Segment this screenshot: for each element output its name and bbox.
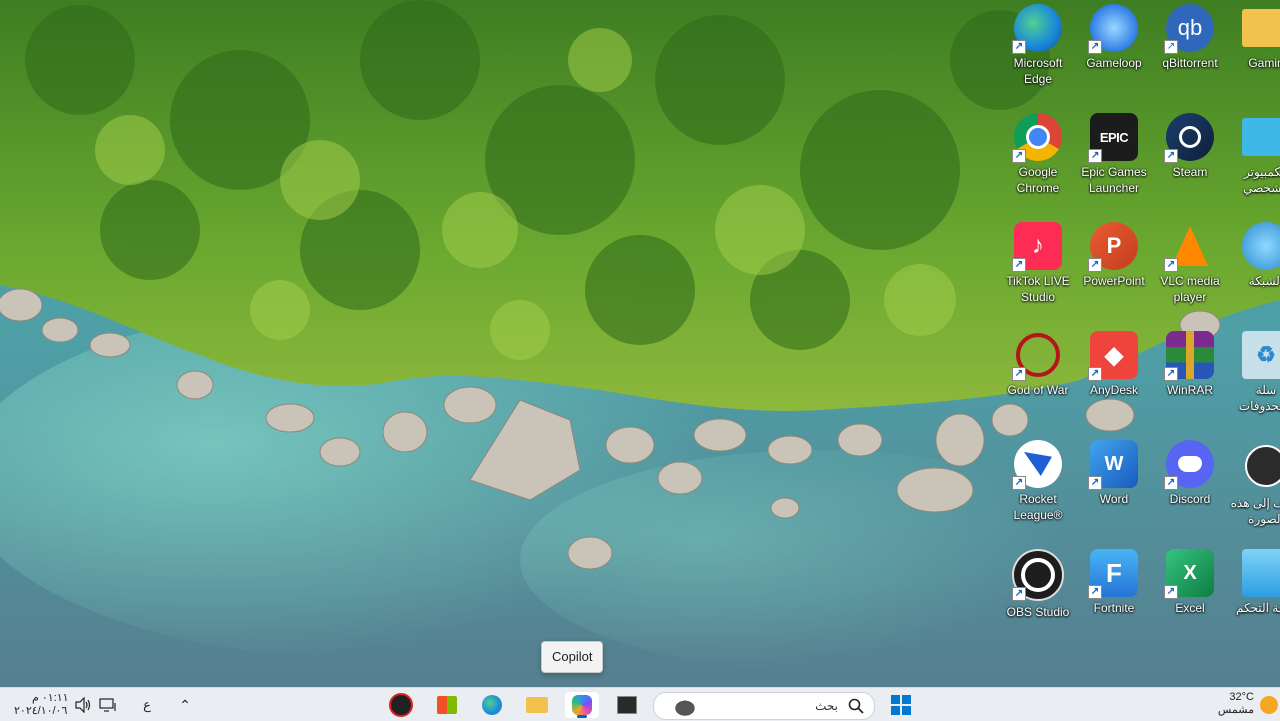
chrome-icon: ↗ xyxy=(1012,113,1062,163)
start-button[interactable] xyxy=(886,692,916,718)
chevron-up-icon[interactable]: ⌃ xyxy=(174,692,196,718)
desktop-icon-winrar[interactable]: ↗ WinRAR xyxy=(1153,331,1227,398)
tiktok-icon: ♪ ↗ xyxy=(1012,222,1062,272)
desktop-icon-chrome[interactable]: ↗ Google Chrome xyxy=(1001,113,1075,196)
clock-date: ٢٠٢٤/١٠/٠٦ xyxy=(14,705,68,717)
clock-time: ٠١:١١ م xyxy=(32,692,69,704)
search-placeholder: بحث xyxy=(815,699,838,713)
taskbar-app-file-explorer[interactable] xyxy=(520,692,554,718)
excel-icon: X ↗ xyxy=(1164,549,1214,599)
desktop-icon-excel[interactable]: X ↗ Excel xyxy=(1153,549,1227,616)
obs-icon: ↗ xyxy=(1012,549,1064,601)
recycle-bin-icon: ♻ xyxy=(1242,331,1280,379)
desktop-icon-qbittorrent[interactable]: qb ↗ qBittorrent xyxy=(1153,4,1227,71)
desktop-icon-recycle-bin[interactable]: ♻ سلة المحذوفات xyxy=(1229,331,1280,414)
word-icon: W ↗ xyxy=(1088,440,1138,490)
taskbar-app-copilot[interactable] xyxy=(565,692,599,718)
discord-icon: ↗ xyxy=(1164,440,1214,490)
steam-icon: ↗ xyxy=(1164,113,1214,163)
edge-icon xyxy=(482,695,502,715)
desktop-icon-obs[interactable]: ↗ OBS Studio xyxy=(1001,549,1075,620)
powerpoint-icon: P ↗ xyxy=(1088,222,1138,272)
anydesk-icon: ◆ ↗ xyxy=(1088,331,1138,381)
desktop-icon-control-panel[interactable]: لوحة التحكم xyxy=(1229,549,1280,616)
taskbar-app-pinned[interactable] xyxy=(384,692,418,718)
language-indicator[interactable]: ع xyxy=(136,692,158,718)
desktop-icon-gaming-folder[interactable]: Gamin xyxy=(1229,4,1280,71)
search-decoration-icon xyxy=(668,695,702,717)
copilot-icon xyxy=(572,695,592,715)
volume-icon[interactable] xyxy=(72,692,94,718)
rocket-league-icon: ↗ xyxy=(1012,440,1062,490)
system-clock[interactable]: ٠١:١١ م ٢٠٢٤/١٠/٠٦ xyxy=(14,692,69,718)
terminal-icon xyxy=(617,696,637,714)
desktop-icon-this-pc[interactable]: الكمبيوتر الشخصي xyxy=(1229,113,1280,196)
taskbar-app-terminal[interactable] xyxy=(610,692,644,718)
desktop-icon-gameloop[interactable]: ↗ Gameloop xyxy=(1077,4,1151,71)
taskbar: ٠١:١١ م ٢٠٢٤/١٠/٠٦ ع ⌃ بحث 32°C مشمس xyxy=(0,687,1280,721)
edge-icon: ↗ xyxy=(1012,4,1062,54)
winrar-icon: ↗ xyxy=(1164,331,1214,381)
this-pc-icon xyxy=(1242,118,1280,156)
network-icon xyxy=(1242,222,1280,270)
weather-temp: 32°C xyxy=(1229,691,1254,703)
desktop-icon-fortnite[interactable]: F ↗ Fortnite xyxy=(1077,549,1151,616)
epic-games-icon: EPIC ↗ xyxy=(1088,113,1138,163)
god-of-war-icon: ↗ xyxy=(1012,331,1062,381)
copilot-tooltip: Copilot xyxy=(541,641,604,673)
desktop-icon-tiktok[interactable]: ♪ ↗ TikTok LIVE Studio xyxy=(1001,222,1075,305)
folder-icon xyxy=(1242,9,1280,47)
desktop-icon-god-of-war[interactable]: ↗ God of War xyxy=(1001,331,1075,398)
vlc-icon: ↗ xyxy=(1164,222,1214,272)
weather-widget[interactable]: 32°C مشمس xyxy=(1206,691,1254,717)
microsoft-store-icon xyxy=(437,696,457,714)
learn-about-picture-icon xyxy=(1245,445,1280,487)
app-icon xyxy=(389,693,413,717)
desktop-icon-edge[interactable]: ↗ Microsoft Edge xyxy=(1001,4,1075,87)
control-panel-icon xyxy=(1242,549,1280,597)
desktop-icon-word[interactable]: W ↗ Word xyxy=(1077,440,1151,507)
search-box[interactable]: بحث xyxy=(653,692,875,720)
taskbar-app-edge[interactable] xyxy=(475,692,509,718)
desktop-icon-vlc[interactable]: ↗ VLC media player xyxy=(1153,222,1227,305)
desktop-icon-discord[interactable]: ↗ Discord xyxy=(1153,440,1227,507)
fortnite-icon: F ↗ xyxy=(1088,549,1138,599)
desktop-icon-rocket-league[interactable]: ↗ Rocket League® xyxy=(1001,440,1075,523)
desktop-icon-network[interactable]: الشبكة xyxy=(1229,222,1280,289)
taskbar-app-store[interactable] xyxy=(430,692,464,718)
gameloop-icon: ↗ xyxy=(1088,4,1138,54)
network-status-icon[interactable] xyxy=(97,692,119,718)
desktop-icon-learn-about-picture[interactable]: تعرف إلى هذه الصورة xyxy=(1229,440,1280,527)
file-explorer-icon xyxy=(526,697,548,713)
sun-icon xyxy=(1258,692,1280,718)
desktop-icon-epic-games[interactable]: EPIC ↗ Epic Games Launcher xyxy=(1077,113,1151,196)
windows-start-icon xyxy=(891,695,911,715)
weather-condition: مشمس xyxy=(1217,704,1254,716)
search-icon xyxy=(848,698,864,719)
desktop-icon-anydesk[interactable]: ◆ ↗ AnyDesk xyxy=(1077,331,1151,398)
desktop-icon-powerpoint[interactable]: P ↗ PowerPoint xyxy=(1077,222,1151,289)
desktop-icon-steam[interactable]: ↗ Steam xyxy=(1153,113,1227,180)
qbittorrent-icon: qb ↗ xyxy=(1164,4,1214,54)
